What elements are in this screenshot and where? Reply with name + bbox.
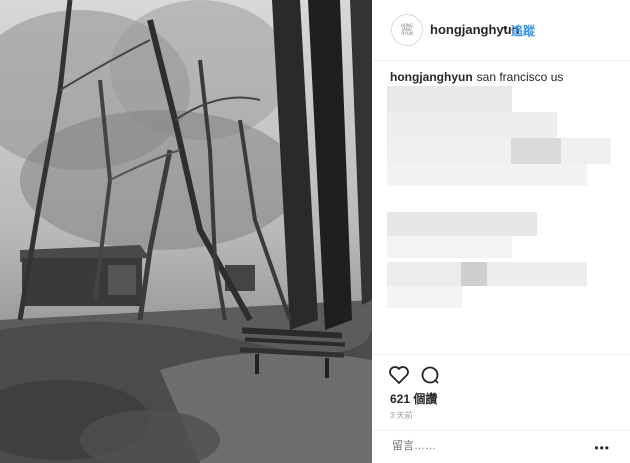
heart-icon[interactable] [387, 363, 411, 387]
avatar[interactable]: HONG JANG HYUN [391, 14, 423, 46]
forest-scene [0, 0, 372, 463]
caption: hongjanghyun san francisco us [390, 70, 563, 84]
pixel-block [387, 262, 587, 286]
post-actions: 621 個讚 3 天前 ••• [373, 354, 630, 455]
pixel-block [387, 164, 587, 186]
pixelated-comments [387, 86, 611, 312]
avatar-label: HONG JANG HYUN [400, 23, 414, 36]
separator-dot: • [503, 20, 508, 35]
post-photo[interactable] [0, 0, 372, 463]
likes-count[interactable]: 621 個讚 [390, 390, 437, 407]
follow-button[interactable]: 追蹤 [511, 22, 535, 39]
pixel-block [461, 262, 487, 286]
caption-text: san francisco us [476, 70, 564, 84]
caption-username[interactable]: hongjanghyun [390, 70, 473, 84]
pixel-block [511, 138, 561, 164]
pixel-block [387, 212, 537, 236]
pixel-block [387, 236, 512, 258]
post-side-panel: HONG JANG HYUN hongjanghyun • 追蹤 hongjan… [373, 0, 630, 463]
pixel-block [387, 286, 462, 308]
post-header: HONG JANG HYUN hongjanghyun • 追蹤 [373, 0, 630, 61]
comment-icon[interactable] [418, 363, 442, 387]
comment-input[interactable] [390, 439, 584, 453]
comment-bar: ••• [373, 430, 630, 461]
more-options-icon[interactable]: ••• [594, 441, 610, 455]
pixel-block [387, 86, 512, 112]
pixel-block [387, 138, 611, 164]
pixel-block [387, 112, 557, 138]
post-time[interactable]: 3 天前 [390, 410, 413, 421]
